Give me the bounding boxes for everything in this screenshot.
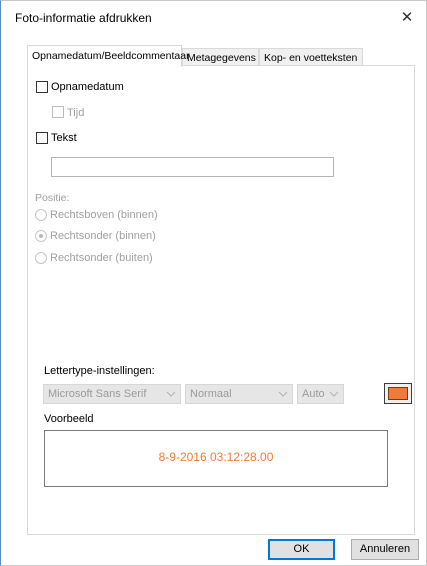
tijd-checkbox[interactable] [52, 106, 64, 118]
dialog-title: Foto-informatie afdrukken [15, 11, 152, 25]
font-settings-label: Lettertype-instellingen: [44, 365, 155, 377]
radio-rechtsboven-binnen-label: Rechtsboven (binnen) [50, 209, 158, 221]
font-style-value: Normaal [190, 388, 232, 400]
font-style-select[interactable]: Normaal [185, 384, 293, 404]
ok-button[interactable]: OK [268, 539, 335, 560]
tab-metagegevens[interactable]: Metagegevens [182, 48, 259, 66]
chevron-down-icon [329, 391, 339, 397]
tijd-label: Tijd [67, 107, 85, 119]
positie-label: Positie: [35, 192, 70, 204]
cancel-button[interactable]: Annuleren [351, 539, 419, 560]
font-size-value: Auto [302, 388, 325, 400]
preview-sample-text: 8-9-2016 03:12:28.00 [158, 450, 274, 464]
radio-rechtsonder-buiten-label: Rechtsonder (buiten) [50, 252, 153, 264]
tekst-checkbox[interactable] [36, 132, 48, 144]
close-icon[interactable]: ✕ [396, 7, 418, 29]
tab-panel: Opnamedatum Tijd Tekst Positie: Rechtsbo… [27, 65, 415, 535]
font-family-value: Microsoft Sans Serif [48, 388, 147, 400]
font-size-select[interactable]: Auto [297, 384, 344, 404]
tekst-label[interactable]: Tekst [51, 132, 77, 144]
tekst-input[interactable] [51, 157, 334, 177]
preview-label: Voorbeeld [44, 413, 94, 425]
font-family-select[interactable]: Microsoft Sans Serif [43, 384, 181, 404]
radio-rechtsonder-binnen[interactable] [35, 230, 47, 242]
print-photo-info-dialog: Foto-informatie afdrukken ✕ Opnamedatum/… [0, 0, 427, 566]
radio-rechtsonder-binnen-label: Rechtsonder (binnen) [50, 230, 156, 242]
tab-kop-en-voetteksten[interactable]: Kop- en voetteksten [259, 48, 363, 66]
font-color-button[interactable] [384, 383, 412, 404]
chevron-down-icon [166, 391, 176, 397]
tab-opnamedatum-beeldcommentaar[interactable]: Opnamedatum/Beeldcommentaar [27, 45, 190, 67]
preview-box: 8-9-2016 03:12:28.00 [44, 430, 388, 487]
chevron-down-icon [278, 391, 288, 397]
title-bar: Foto-informatie afdrukken ✕ [1, 1, 426, 35]
color-swatch [388, 387, 408, 400]
radio-rechtsboven-binnen[interactable] [35, 209, 47, 221]
opnamedatum-label[interactable]: Opnamedatum [51, 81, 124, 93]
opnamedatum-checkbox[interactable] [36, 81, 48, 93]
radio-rechtsonder-buiten[interactable] [35, 252, 47, 264]
